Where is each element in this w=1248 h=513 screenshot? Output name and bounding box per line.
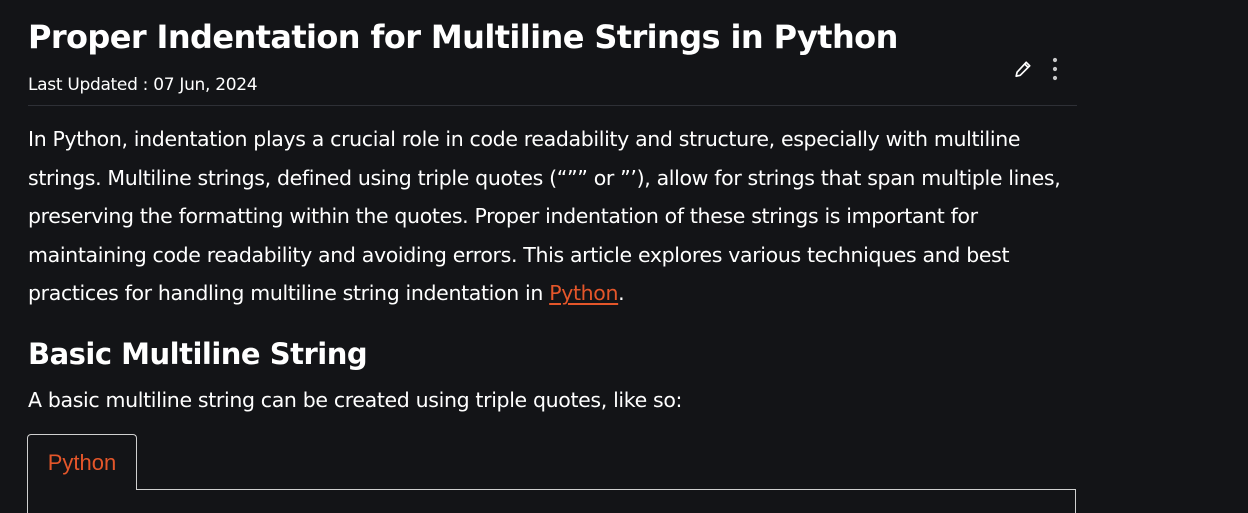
intro-paragraph: In Python, indentation plays a crucial r… bbox=[28, 120, 1068, 313]
article-title: Proper Indentation for Multiline Strings… bbox=[28, 18, 898, 56]
intro-text: In Python, indentation plays a crucial r… bbox=[28, 127, 1061, 306]
more-options-button[interactable] bbox=[1044, 56, 1066, 82]
vertical-ellipsis-icon bbox=[1052, 57, 1058, 81]
python-link[interactable]: Python bbox=[549, 281, 618, 305]
last-updated-label: Last Updated : bbox=[28, 75, 154, 95]
code-block-panel bbox=[27, 489, 1076, 513]
header-divider bbox=[28, 105, 1077, 106]
last-updated-date: 07 Jun, 2024 bbox=[153, 75, 258, 95]
article-tools bbox=[1012, 56, 1066, 82]
pencil-icon bbox=[1015, 61, 1031, 78]
section-heading: Basic Multiline String bbox=[28, 337, 368, 371]
intro-end: . bbox=[618, 281, 625, 306]
last-updated: Last Updated : 07 Jun, 2024 bbox=[28, 72, 258, 98]
section-text: A basic multiline string can be created … bbox=[28, 388, 683, 412]
code-tab-python[interactable]: Python bbox=[27, 434, 137, 490]
edit-button[interactable] bbox=[1012, 56, 1034, 82]
